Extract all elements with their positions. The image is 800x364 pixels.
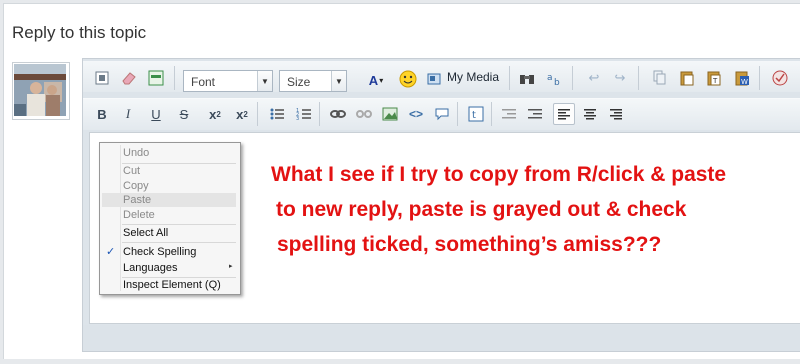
subscript-icon[interactable]: x2 [204,103,226,125]
my-media-button[interactable]: My Media [447,70,499,84]
svg-text:b: b [554,78,560,86]
editor-toolbar-bottom: B I U S x2 x2 123 <> t [83,98,800,130]
template-icon[interactable] [145,67,167,89]
svg-text:T: T [712,77,718,85]
menu-item-cut[interactable]: Cut [123,165,140,177]
svg-text:a: a [547,73,553,83]
redo-icon[interactable]: ↪ [609,67,631,89]
menu-item-languages[interactable]: Languages [123,262,177,274]
link-icon[interactable] [327,103,349,125]
eraser-icon[interactable] [118,67,140,89]
emoticon-icon[interactable] [397,68,419,90]
size-select[interactable]: Size ▼ [279,70,347,92]
annotation-line-3: spelling ticked, something’s amiss??? [277,233,662,256]
source-icon[interactable] [91,67,113,89]
paste-word-icon[interactable]: W [731,67,753,89]
checkmark-icon: ✓ [106,246,116,258]
italic-icon[interactable]: I [117,103,139,125]
align-left-icon[interactable] [553,103,575,125]
menu-item-inspect-element[interactable]: Inspect Element (Q) [123,279,221,291]
copy-icon[interactable] [649,67,671,89]
superscript-icon[interactable]: x2 [231,103,253,125]
spoiler-icon[interactable]: t [465,103,487,125]
menu-item-delete[interactable]: Delete [123,209,155,221]
align-center-icon[interactable] [579,103,601,125]
replace-icon[interactable]: ab [543,67,565,89]
bold-icon[interactable]: B [91,103,113,125]
context-menu: Undo Cut Copy Paste Delete Select All ✓ … [99,142,241,295]
indent-icon[interactable] [524,103,546,125]
editor-toolbar-top: Font ▼ Size ▼ A ▾ My Media ab ↩ ↪ T W [83,61,800,92]
menu-item-copy[interactable]: Copy [123,180,149,192]
chevron-down-icon: ▼ [257,71,272,91]
page-title: Reply to this topic [12,23,147,42]
svg-text:W: W [741,78,748,86]
svg-text:t: t [472,110,476,121]
numbered-list-icon[interactable]: 123 [293,103,315,125]
code-icon[interactable]: <> [405,103,427,125]
menu-item-paste[interactable]: Paste [123,194,151,206]
font-select-label: Font [191,75,216,89]
annotation-line-2: to new reply, paste is grayed out & chec… [276,198,687,221]
font-select[interactable]: Font ▼ [183,70,273,92]
annotation-line-1: What I see if I try to copy from R/click… [271,163,727,186]
paste-icon[interactable] [676,67,698,89]
strikethrough-icon[interactable]: S [173,103,195,125]
outdent-icon[interactable] [498,103,520,125]
binoculars-icon[interactable] [516,67,538,89]
menu-item-check-spelling[interactable]: Check Spelling [123,246,196,258]
underline-icon[interactable]: U [145,103,167,125]
bullet-list-icon[interactable] [266,103,288,125]
align-right-icon[interactable] [605,103,627,125]
quote-icon[interactable] [431,103,453,125]
svg-text:3: 3 [296,116,299,121]
undo-icon[interactable]: ↩ [583,67,605,89]
unlink-icon[interactable] [353,103,375,125]
chevron-down-icon: ▼ [331,71,346,91]
size-select-label: Size [287,75,311,89]
paste-text-icon[interactable]: T [703,67,725,89]
menu-item-undo[interactable]: Undo [123,147,149,159]
media-icon[interactable] [426,68,442,90]
image-icon[interactable] [379,103,401,125]
menu-item-select-all[interactable]: Select All [123,227,168,239]
chevron-right-icon: ▸ [229,263,233,270]
spellcheck-icon[interactable] [769,67,791,89]
avatar [12,62,70,120]
editor-resize-bar[interactable] [83,325,800,351]
text-color-icon[interactable]: A ▾ [363,69,389,91]
